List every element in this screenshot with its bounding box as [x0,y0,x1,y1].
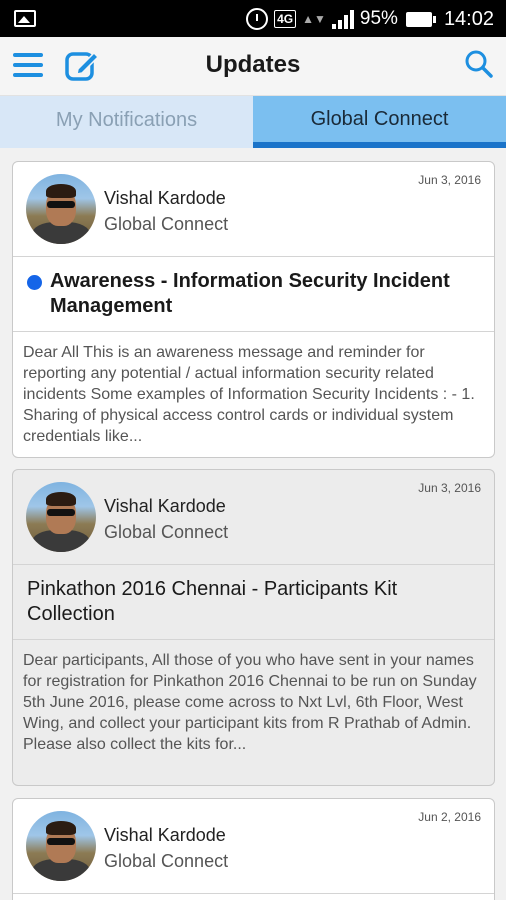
post-channel: Global Connect [104,214,229,234]
status-indicators: 4G ▲▼ 95% 14:02 [246,6,494,32]
data-activity-icon: ▲▼ [302,12,326,26]
avatar [26,174,96,244]
post-card[interactable]: Vishal Kardode Global Connect Jun 2, 201… [12,798,495,900]
tab-bar: My Notifications Global Connect [0,96,506,148]
post-channel: Global Connect [104,522,229,542]
post-author: Vishal Kardode [104,496,226,516]
tab-my-notifications[interactable]: My Notifications [0,96,253,148]
search-icon[interactable] [464,49,494,79]
post-excerpt: Dear participants, All those of you who … [23,652,477,753]
post-card[interactable]: Vishal Kardode Global Connect Jun 3, 201… [12,161,495,458]
app-bar: Updates [0,37,506,96]
clock: 14:02 [443,7,494,30]
post-title: Awareness - Information Security Inciden… [50,270,450,317]
post-author: Vishal Kardode [104,188,226,208]
network-type: 4G [274,10,297,28]
page-title: Updates [205,51,301,78]
tab-global-connect[interactable]: Global Connect [253,96,506,148]
post-date: Jun 2, 2016 [418,810,481,824]
post-title: Pinkathon 2016 Chennai - Participants Ki… [13,565,494,640]
post-excerpt: Dear All This is an awareness message an… [23,344,475,445]
post-card[interactable]: Vishal Kardode Global Connect Jun 3, 201… [12,469,495,786]
alarm-icon [246,8,269,30]
post-title-row: Awareness - Information Security Inciden… [13,257,494,332]
status-bar: 4G ▲▼ 95% 14:02 [0,0,506,37]
post-channel: Global Connect [104,851,229,871]
avatar [26,482,96,552]
post-header: Vishal Kardode Global Connect Jun 2, 201… [13,799,494,894]
post-header: Vishal Kardode Global Connect Jun 3, 201… [13,470,494,565]
battery-percent: 95% [359,8,398,29]
post-date: Jun 3, 2016 [418,173,481,187]
unread-dot-icon [27,275,42,290]
signal-icon [331,9,354,29]
post-header: Vishal Kardode Global Connect Jun 3, 201… [13,162,494,257]
avatar [26,811,96,881]
post-author: Vishal Kardode [104,825,226,845]
post-date: Jun 3, 2016 [418,481,481,495]
gallery-icon [14,10,36,27]
battery-icon [405,11,436,27]
